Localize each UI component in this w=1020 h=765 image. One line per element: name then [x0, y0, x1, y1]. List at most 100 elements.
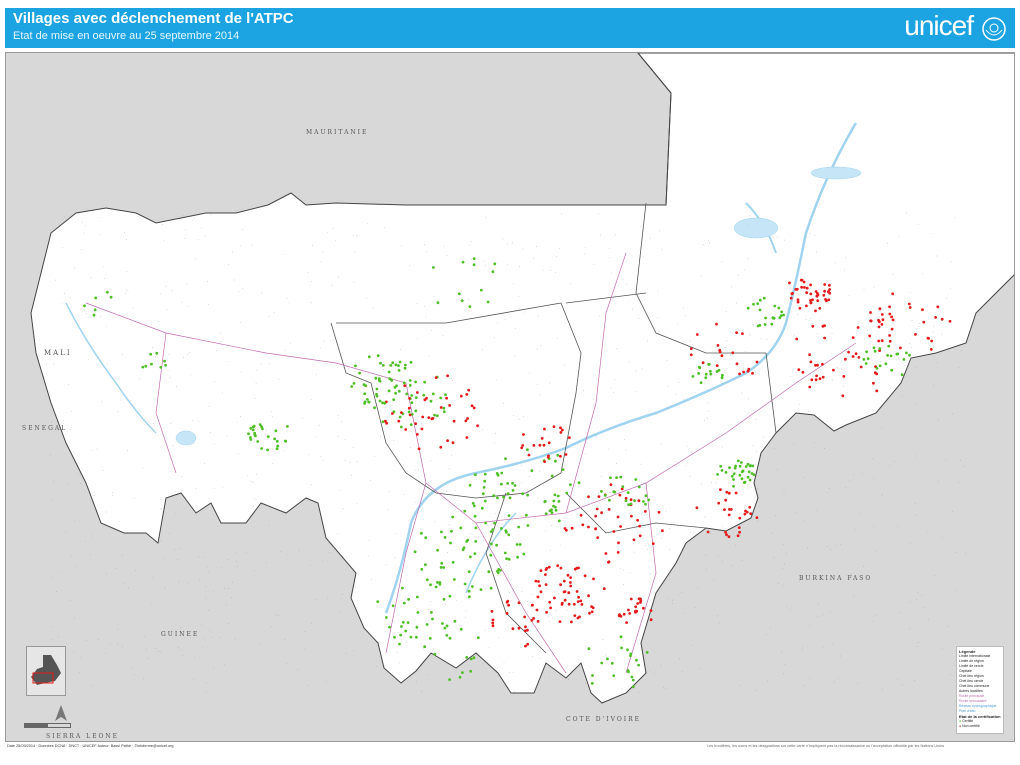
village-dot: [247, 432, 250, 436]
locality-speck: [667, 597, 669, 599]
locality-speck: [81, 249, 83, 251]
village-dot: [388, 625, 391, 629]
locality-speck: [529, 372, 531, 374]
locality-speck: [557, 593, 559, 595]
locality-speck: [484, 629, 486, 631]
locality-speck: [53, 363, 55, 365]
locality-speck: [808, 411, 810, 412]
locality-speck: [209, 432, 211, 433]
locality-speck: [786, 307, 788, 309]
village-dot: [536, 620, 540, 623]
locality-speck: [261, 292, 263, 294]
village-dot: [415, 635, 418, 639]
locality-speck: [397, 652, 398, 653]
locality-speck: [322, 560, 324, 562]
locality-speck: [139, 378, 140, 380]
locality-speck: [867, 330, 868, 332]
locality-speck: [154, 648, 156, 650]
village-dot: [619, 525, 622, 528]
village-dot: [442, 597, 446, 601]
village-dot: [719, 464, 723, 468]
village-dot: [409, 635, 413, 639]
locality-speck: [600, 234, 601, 236]
locality-speck: [725, 311, 727, 312]
locality-speck: [205, 586, 206, 588]
locality-speck: [502, 238, 504, 240]
village-dot: [647, 498, 651, 502]
village-dot: [596, 536, 600, 539]
village-dot: [463, 582, 467, 586]
locality-speck: [135, 570, 137, 571]
locality-speck: [711, 482, 712, 483]
locality-speck: [755, 690, 757, 691]
locality-speck: [916, 646, 918, 647]
village-dot: [620, 646, 623, 650]
locality-speck: [96, 448, 98, 450]
locality-speck: [701, 275, 702, 277]
village-dot: [872, 381, 875, 385]
village-dot: [440, 561, 444, 565]
village-dot: [628, 612, 632, 615]
village-dot: [738, 516, 742, 520]
locality-speck: [329, 552, 330, 553]
locality-speck: [105, 326, 107, 328]
locality-speck: [155, 356, 156, 358]
village-dot: [500, 471, 504, 475]
village-dot: [886, 354, 889, 357]
village-dot: [730, 474, 734, 478]
village-dot: [404, 363, 407, 367]
locality-speck: [809, 354, 811, 355]
locality-speck: [525, 555, 526, 557]
locality-speck: [666, 359, 668, 361]
village-dot: [381, 401, 384, 405]
locality-speck: [206, 682, 207, 684]
locality-speck: [933, 346, 934, 348]
locality-speck: [829, 611, 831, 613]
locality-speck: [389, 491, 390, 492]
village-dot: [431, 392, 435, 396]
village-dot: [429, 399, 433, 403]
locality-speck: [782, 585, 784, 587]
locality-speck: [205, 235, 207, 237]
village-dot: [563, 598, 567, 602]
village-dot: [795, 337, 799, 341]
village-dot: [467, 589, 471, 593]
locality-speck: [146, 657, 148, 659]
locality-speck: [892, 274, 894, 275]
locality-speck: [481, 429, 483, 431]
locality-speck: [46, 363, 47, 365]
locality-speck: [557, 337, 558, 339]
locality-speck: [600, 475, 602, 477]
village-dot: [875, 389, 879, 393]
locality-speck: [180, 627, 182, 628]
village-dot: [721, 373, 724, 377]
locality-speck: [126, 271, 128, 272]
locality-speck: [542, 485, 544, 486]
locality-speck: [451, 378, 452, 379]
locality-speck: [401, 590, 402, 591]
locality-speck: [671, 602, 673, 604]
locality-speck: [430, 329, 432, 331]
locality-speck: [679, 658, 681, 660]
locality-speck: [941, 648, 943, 650]
village-dot: [899, 346, 902, 350]
locality-speck: [52, 500, 53, 501]
locality-speck: [505, 522, 506, 523]
village-dot: [470, 404, 474, 408]
village-dot: [416, 595, 419, 599]
village-dot: [366, 398, 369, 401]
village-dot: [556, 564, 560, 568]
village-dot: [651, 542, 655, 545]
locality-speck: [213, 487, 215, 489]
village-dot: [604, 552, 608, 555]
village-dot: [689, 353, 693, 357]
village-dot: [741, 332, 744, 335]
locality-speck: [643, 482, 644, 484]
village-dot: [503, 551, 507, 555]
village-dot: [818, 306, 822, 310]
village-dot: [511, 481, 514, 485]
locality-speck: [240, 245, 241, 247]
locality-speck: [425, 316, 427, 318]
locality-speck: [277, 615, 279, 616]
locality-speck: [167, 369, 169, 371]
